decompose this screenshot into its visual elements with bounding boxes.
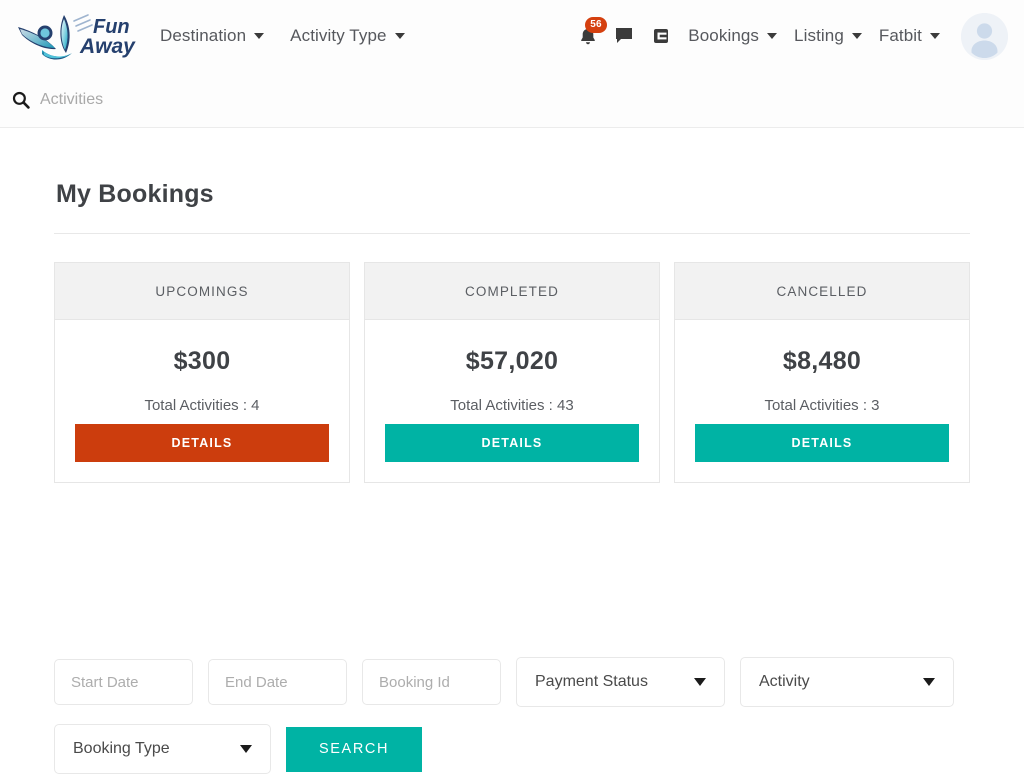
nav-item-destination[interactable]: Destination [160,26,265,46]
summary-card-completed: COMPLETED $57,020 Total Activities : 43 … [364,262,660,483]
nav-item-activity-type-label: Activity Type [290,26,387,45]
logo-word-away: Away [79,35,136,58]
notifications-button[interactable]: 56 [579,17,607,46]
payment-status-select-value: Payment Status [535,673,648,690]
chevron-down-icon [394,33,405,39]
booking-type-select[interactable]: Booking Type [54,724,271,774]
nav-item-bookings[interactable]: Bookings [688,26,778,46]
header-top-bar: Fun Away Destination Activity Type 56 Bo… [0,0,1024,72]
summary-card-cancelled-title: CANCELLED [675,263,969,320]
summary-card-completed-title: COMPLETED [365,263,659,320]
summary-card-cancelled: CANCELLED $8,480 Total Activities : 3 DE… [674,262,970,483]
summary-card-cancelled-body: $8,480 Total Activities : 3 DETAILS [675,320,969,482]
end-date-input[interactable] [208,659,347,705]
summary-card-completed-body: $57,020 Total Activities : 43 DETAILS [365,320,659,482]
title-divider [54,233,970,234]
filter-row-primary: Payment Status Activity [54,657,970,707]
chevron-down-icon [694,678,706,686]
summary-card-completed-activities: Total Activities : 43 [450,397,574,414]
booking-filter-form: Payment Status Activity Booking Type SEA… [0,657,1024,774]
search-button[interactable]: SEARCH [286,726,423,772]
avatar[interactable] [961,12,1008,60]
funaway-bird-logo[interactable]: Fun Away [14,7,142,65]
nav-item-activity-type[interactable]: Activity Type [290,26,405,46]
summary-card-cancelled-activities: Total Activities : 3 [764,397,880,414]
filter-row-secondary: Booking Type SEARCH [54,724,970,774]
messages-button[interactable] [614,27,634,45]
details-button-upcomings[interactable]: DETAILS [75,424,329,462]
chevron-down-icon [851,33,862,39]
booking-summary-cards: UPCOMINGS $300 Total Activities : 4 DETA… [54,262,970,483]
summary-card-upcomings: UPCOMINGS $300 Total Activities : 4 DETA… [54,262,350,483]
chevron-down-icon [240,745,252,753]
header-right-cluster: 56 Bookings Listing Fatbit [579,12,1008,60]
primary-nav: Destination Activity Type [160,26,405,46]
nav-item-fatbit-label: Fatbit [878,26,922,45]
summary-card-completed-amount: $57,020 [465,347,559,375]
notifications-badge: 56 [585,17,607,33]
start-date-input[interactable] [54,659,193,705]
nav-item-destination-label: Destination [160,26,247,45]
summary-card-upcomings-title: UPCOMINGS [55,263,349,320]
header-search-bar [0,72,1024,127]
activity-select-value: Activity [759,673,810,690]
summary-card-cancelled-amount: $8,480 [782,347,862,375]
site-header: Fun Away Destination Activity Type 56 Bo… [0,0,1024,128]
nav-item-listing-label: Listing [794,26,844,45]
logo-svg: Fun Away [18,14,136,60]
logout-button[interactable] [651,27,671,45]
nav-item-fatbit[interactable]: Fatbit [879,26,940,46]
summary-card-upcomings-activities: Total Activities : 4 [144,397,260,414]
search-input[interactable] [40,90,370,109]
chevron-down-icon [930,33,940,39]
logout-icon [654,29,669,43]
summary-card-upcomings-body: $300 Total Activities : 4 DETAILS [55,320,349,482]
chevron-down-icon [767,33,778,39]
search-icon[interactable] [12,91,30,109]
details-button-completed[interactable]: DETAILS [385,424,639,462]
summary-card-upcomings-amount: $300 [173,347,231,375]
booking-id-input[interactable] [362,659,501,705]
user-avatar-icon [961,12,1008,60]
chevron-down-icon [923,678,935,686]
page-title: My Bookings [56,180,214,208]
page-content: My Bookings UPCOMINGS $300 Total Activit… [0,128,1024,483]
chat-bubble-icon [616,28,633,43]
nav-item-bookings-label: Bookings [688,26,760,45]
chevron-down-icon [254,33,265,39]
details-button-cancelled[interactable]: DETAILS [695,424,949,462]
nav-item-listing[interactable]: Listing [794,26,862,46]
payment-status-select[interactable]: Payment Status [516,657,725,707]
activity-select[interactable]: Activity [740,657,954,707]
booking-type-select-value: Booking Type [73,740,170,757]
